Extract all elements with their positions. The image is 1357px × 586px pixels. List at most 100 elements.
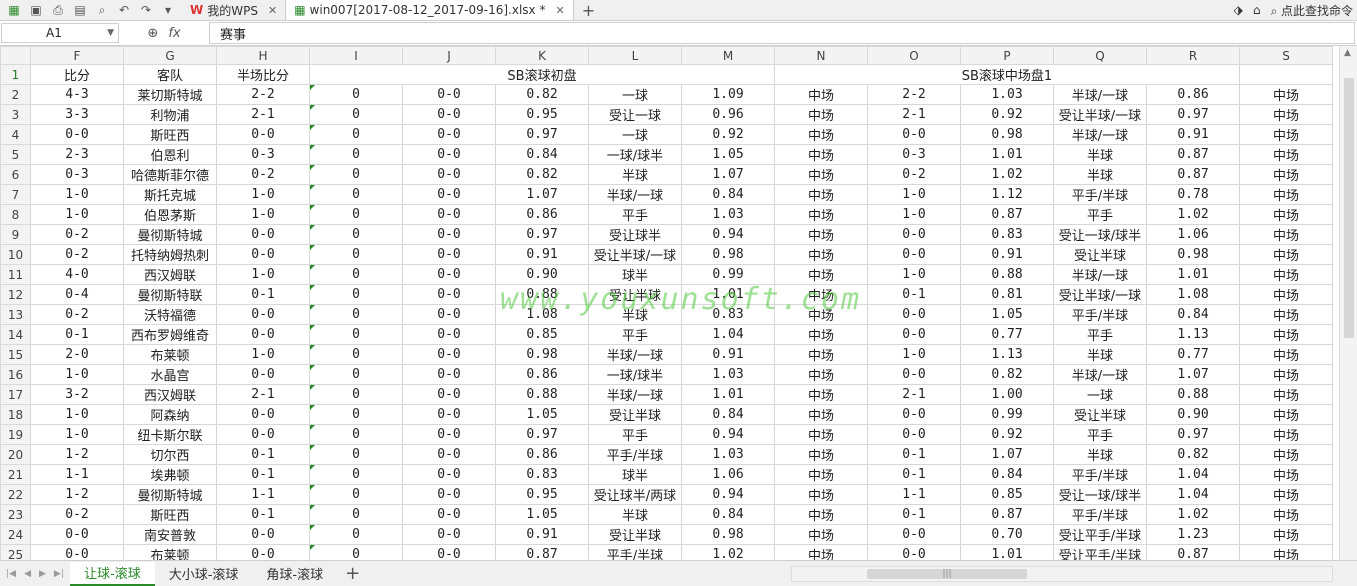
cell[interactable]: 0-0 xyxy=(402,304,496,325)
cell[interactable]: 0-2 xyxy=(30,224,124,245)
cell[interactable]: 一球 xyxy=(1053,384,1147,405)
cell[interactable]: 平手 xyxy=(1053,424,1147,445)
cell[interactable]: 0.77 xyxy=(960,324,1054,345)
cell[interactable]: 0.77 xyxy=(1146,344,1240,365)
cell[interactable]: 中场 xyxy=(1239,344,1333,365)
cell[interactable]: 0 xyxy=(309,404,403,425)
cell[interactable]: 0.98 xyxy=(1146,244,1240,265)
cell[interactable]: 0 xyxy=(309,384,403,405)
cell[interactable]: 中场 xyxy=(1239,444,1333,465)
row-header[interactable]: 1 xyxy=(0,64,31,85)
cell[interactable]: 0.82 xyxy=(495,84,589,105)
cell[interactable]: 0-0 xyxy=(867,244,961,265)
cell[interactable]: 1.02 xyxy=(960,164,1054,185)
quick-access-dropdown-icon[interactable]: ▾ xyxy=(160,2,176,18)
cell[interactable]: 0.86 xyxy=(495,364,589,385)
cell[interactable]: 中场 xyxy=(774,304,868,325)
minimize-ribbon-icon[interactable]: ⌂ xyxy=(1253,3,1261,17)
cell[interactable]: 中场 xyxy=(774,184,868,205)
cell[interactable]: 平手/半球 xyxy=(1053,184,1147,205)
cell[interactable]: 0-0 xyxy=(30,124,124,145)
next-sheet-icon[interactable]: ▶ xyxy=(39,569,46,579)
row-header[interactable]: 10 xyxy=(0,244,31,265)
cell[interactable]: 0.87 xyxy=(960,504,1054,525)
cell[interactable]: 1-0 xyxy=(216,264,310,285)
cell[interactable]: 半球 xyxy=(588,504,682,525)
cell[interactable]: 1.01 xyxy=(1146,264,1240,285)
cell[interactable]: 0.87 xyxy=(960,204,1054,225)
cell[interactable]: 0.92 xyxy=(960,424,1054,445)
cell[interactable]: 0-0 xyxy=(402,204,496,225)
column-header[interactable]: S xyxy=(1239,46,1333,65)
row-header[interactable]: 18 xyxy=(0,404,31,425)
cell[interactable]: 1.13 xyxy=(1146,324,1240,345)
new-tab-plus-icon[interactable]: + xyxy=(582,1,595,20)
cell[interactable]: 平手/半球 xyxy=(1053,304,1147,325)
cell[interactable]: 3-2 xyxy=(30,384,124,405)
cell[interactable]: 0-0 xyxy=(216,364,310,385)
cell[interactable]: 0-0 xyxy=(402,184,496,205)
undo-icon[interactable]: ↶ xyxy=(116,2,132,18)
cell[interactable]: 受让半球 xyxy=(588,404,682,425)
spreadsheet-grid[interactable]: F G H I J K L M N O P Q R S 1 比分 客队 半场比分 xyxy=(0,46,1339,560)
cell[interactable]: 中场 xyxy=(1239,124,1333,145)
cell[interactable]: 中场 xyxy=(774,84,868,105)
cell[interactable]: 0.91 xyxy=(960,244,1054,265)
cell[interactable]: 1-0 xyxy=(867,204,961,225)
cell[interactable]: 球半 xyxy=(588,264,682,285)
cell[interactable]: 0-0 xyxy=(216,424,310,445)
cell[interactable]: 0.95 xyxy=(495,484,589,505)
name-box[interactable]: A1 ▼ xyxy=(1,23,119,43)
cell[interactable]: 1.02 xyxy=(1146,204,1240,225)
cell[interactable]: 1.01 xyxy=(681,284,775,305)
select-all-corner[interactable] xyxy=(0,46,31,65)
cell[interactable]: 1.03 xyxy=(681,364,775,385)
cell[interactable]: 中场 xyxy=(1239,104,1333,125)
prev-sheet-icon[interactable]: ◀ xyxy=(24,569,31,579)
cell[interactable]: 中场 xyxy=(774,504,868,525)
cell[interactable]: 受让一球/球半 xyxy=(1053,484,1147,505)
cell[interactable]: 0.85 xyxy=(495,324,589,345)
cell[interactable]: 0.82 xyxy=(960,364,1054,385)
scroll-up-icon[interactable]: ▲ xyxy=(1344,48,1351,58)
cell[interactable]: 斯托克城 xyxy=(123,184,217,205)
cell[interactable]: 球半 xyxy=(588,464,682,485)
sheet-tab-over-under[interactable]: 大小球-滚球 xyxy=(155,562,253,586)
cell[interactable]: 0-1 xyxy=(867,464,961,485)
cell[interactable]: 受让半球/一球 xyxy=(1053,284,1147,305)
cell[interactable]: 半球 xyxy=(588,304,682,325)
cell[interactable]: 0-3 xyxy=(867,144,961,165)
cell[interactable]: 0.98 xyxy=(681,524,775,545)
cell[interactable]: 受让球半/两球 xyxy=(588,484,682,505)
cell[interactable]: 中场 xyxy=(1239,264,1333,285)
cell[interactable]: 中场 xyxy=(774,204,868,225)
cell[interactable]: 0.84 xyxy=(681,184,775,205)
horizontal-scrollbar[interactable]: ||| xyxy=(791,565,1333,582)
cell[interactable]: 平手 xyxy=(1053,324,1147,345)
cell[interactable]: 0 xyxy=(309,324,403,345)
cell[interactable]: 1.05 xyxy=(960,304,1054,325)
cell[interactable]: 中场 xyxy=(774,284,868,305)
cell[interactable]: 半球/一球 xyxy=(588,384,682,405)
search-command[interactable]: ⌕ 点此查找命令 xyxy=(1270,2,1353,19)
cell[interactable]: 受让半球/一球 xyxy=(588,244,682,265)
cell[interactable]: 1-1 xyxy=(30,464,124,485)
cell[interactable]: 西汉姆联 xyxy=(123,384,217,405)
cell[interactable]: 1-0 xyxy=(216,184,310,205)
cell[interactable]: 0-0 xyxy=(402,544,496,560)
zoom-icon[interactable]: ⊕ xyxy=(147,26,158,41)
cell[interactable]: 1.03 xyxy=(681,204,775,225)
cell[interactable]: 0 xyxy=(309,264,403,285)
cell[interactable]: 平手/半球 xyxy=(588,544,682,560)
cell[interactable]: 0-2 xyxy=(30,304,124,325)
cell[interactable]: 0.85 xyxy=(960,484,1054,505)
tab-my-wps[interactable]: W 我的WPS ✕ xyxy=(182,0,285,20)
cell[interactable]: 0-1 xyxy=(867,504,961,525)
cell[interactable]: 埃弗顿 xyxy=(123,464,217,485)
cell[interactable]: 0-1 xyxy=(216,504,310,525)
cell[interactable]: 半球/一球 xyxy=(1053,124,1147,145)
row-header[interactable]: 2 xyxy=(0,84,31,105)
cell[interactable]: 0.83 xyxy=(495,464,589,485)
last-sheet-icon[interactable]: ▶| xyxy=(54,569,64,579)
cell[interactable]: 半球/一球 xyxy=(1053,264,1147,285)
